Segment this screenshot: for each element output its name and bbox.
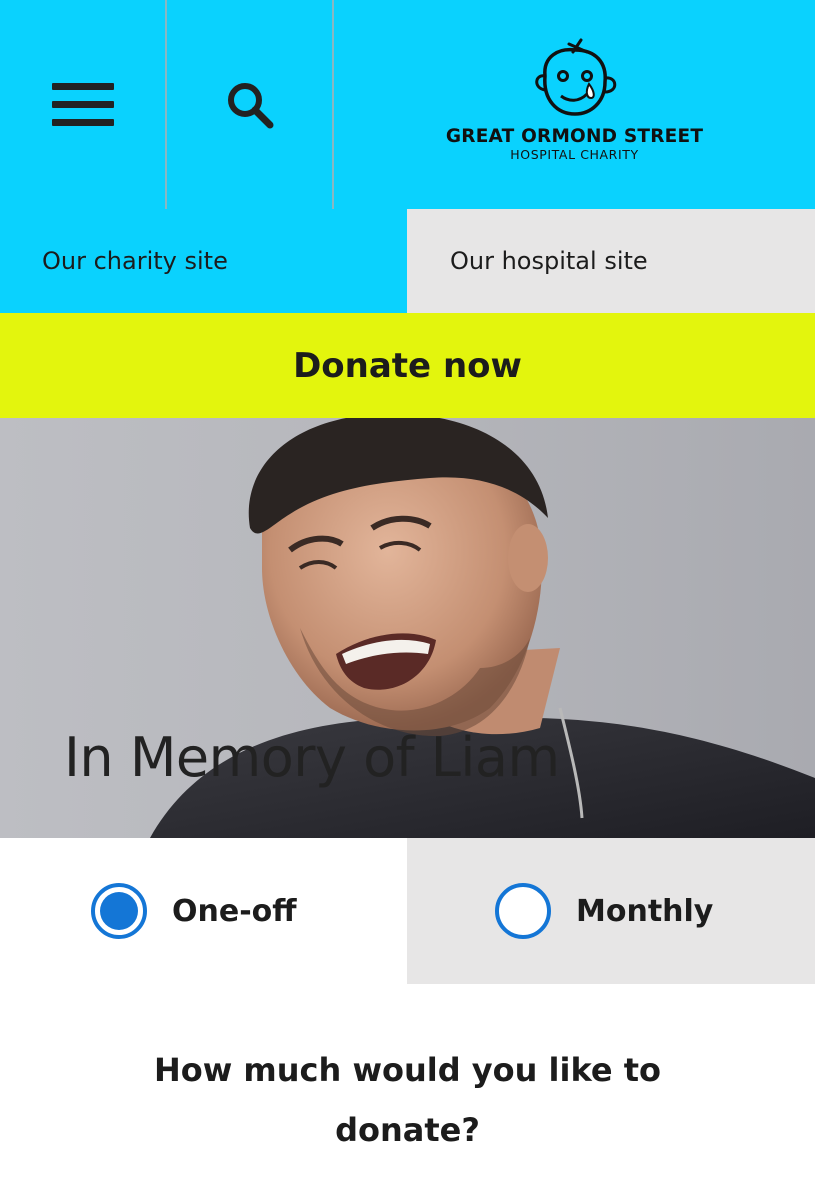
- hamburger-menu-icon: [52, 82, 114, 126]
- donation-frequency-selector: One-off Monthly: [0, 838, 815, 984]
- site-header: GREAT ORMOND STREET HOSPITAL CHARITY: [0, 0, 815, 209]
- logo-subtitle: HOSPITAL CHARITY: [510, 147, 639, 162]
- one-off-label: One-off: [172, 893, 297, 929]
- monthly-label: Monthly: [576, 893, 714, 929]
- monthly-radio[interactable]: [495, 883, 551, 939]
- crying-baby-face-icon: [534, 38, 616, 116]
- hero-banner: In Memory of Liam: [0, 418, 815, 838]
- charity-logo[interactable]: GREAT ORMOND STREET HOSPITAL CHARITY: [334, 0, 815, 209]
- search-icon: [228, 82, 274, 128]
- tab-charity-site[interactable]: Our charity site: [0, 209, 407, 313]
- one-off-option[interactable]: One-off: [0, 838, 407, 984]
- search-button[interactable]: [167, 0, 333, 209]
- tab-hospital-site[interactable]: Our hospital site: [407, 209, 815, 313]
- question-line-2: donate?: [335, 1111, 480, 1149]
- menu-button[interactable]: [0, 0, 166, 209]
- site-switcher: Our charity site Our hospital site: [0, 209, 815, 313]
- donation-amount-question: How much would you like to donate?: [0, 1040, 815, 1160]
- question-line-1: How much would you like to: [153, 1051, 662, 1089]
- logo-title: GREAT ORMOND STREET: [445, 126, 704, 147]
- one-off-radio[interactable]: [91, 883, 147, 939]
- monthly-option[interactable]: Monthly: [407, 838, 815, 984]
- donate-now-button[interactable]: Donate now: [0, 313, 815, 418]
- hero-title: In Memory of Liam: [64, 726, 560, 789]
- radio-selected-dot: [100, 892, 138, 930]
